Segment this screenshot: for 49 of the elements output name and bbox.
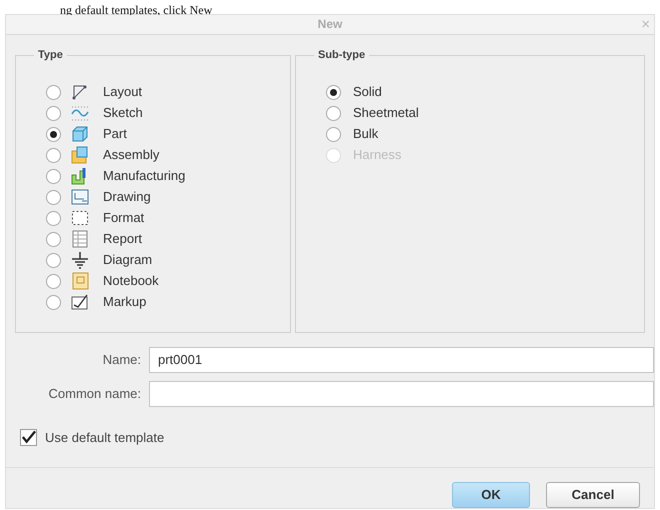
report-icon — [71, 230, 89, 248]
ok-button[interactable]: OK — [452, 482, 530, 508]
radio-label: Solid — [353, 83, 382, 102]
group-title: Type — [34, 48, 67, 62]
radio-label: Diagram — [103, 251, 152, 270]
radio-label: Markup — [103, 293, 146, 312]
drawing-icon — [71, 188, 89, 206]
radio-label: Sheetmetal — [353, 104, 419, 122]
radio-button[interactable] — [326, 106, 341, 120]
radio-label: Format — [103, 209, 144, 228]
text-field[interactable]: prt0001 — [149, 346, 654, 372]
field-label: Common name: — [48, 384, 141, 403]
field-label: Name: — [102, 350, 141, 369]
notebook-icon — [71, 272, 89, 290]
radio-label: Layout — [103, 83, 142, 102]
group-title: Sub-type — [314, 48, 370, 62]
cube-icon — [71, 125, 89, 143]
radio-button[interactable] — [46, 84, 61, 100]
radio-button[interactable] — [46, 148, 61, 162]
ground-symbol-icon — [71, 251, 89, 269]
radio-button[interactable] — [46, 252, 61, 268]
text-field[interactable] — [149, 380, 654, 406]
radio-button[interactable] — [46, 210, 61, 226]
radio-button[interactable] — [326, 84, 341, 100]
radio-label: Assembly — [103, 146, 160, 164]
assembly-icon — [71, 146, 89, 164]
radio-button[interactable] — [46, 232, 61, 246]
radio-button[interactable] — [46, 168, 61, 184]
radio-button[interactable] — [46, 274, 61, 288]
checkbox-label: Use default template — [45, 428, 164, 447]
checkbox[interactable] — [20, 428, 37, 446]
radio-label: Part — [103, 125, 127, 144]
radio-label: Manufacturing — [103, 167, 186, 186]
radio-button[interactable] — [46, 126, 61, 142]
radio-button[interactable] — [46, 190, 61, 204]
cancel-button[interactable]: Cancel — [546, 482, 640, 508]
radio-label: Sketch — [103, 104, 143, 122]
radio-label: Bulk — [353, 125, 378, 144]
radio-button[interactable] — [326, 126, 341, 142]
format-icon — [71, 209, 89, 227]
radio-button[interactable] — [46, 106, 61, 120]
layout-icon — [71, 83, 89, 101]
window-title: New — [318, 16, 342, 34]
sketch-icon — [71, 104, 89, 122]
radio-label: Report — [103, 230, 142, 248]
markup-icon — [71, 293, 89, 311]
radio-button[interactable] — [46, 294, 61, 310]
radio-label: Notebook — [103, 272, 159, 290]
radio-label: Drawing — [103, 188, 151, 206]
